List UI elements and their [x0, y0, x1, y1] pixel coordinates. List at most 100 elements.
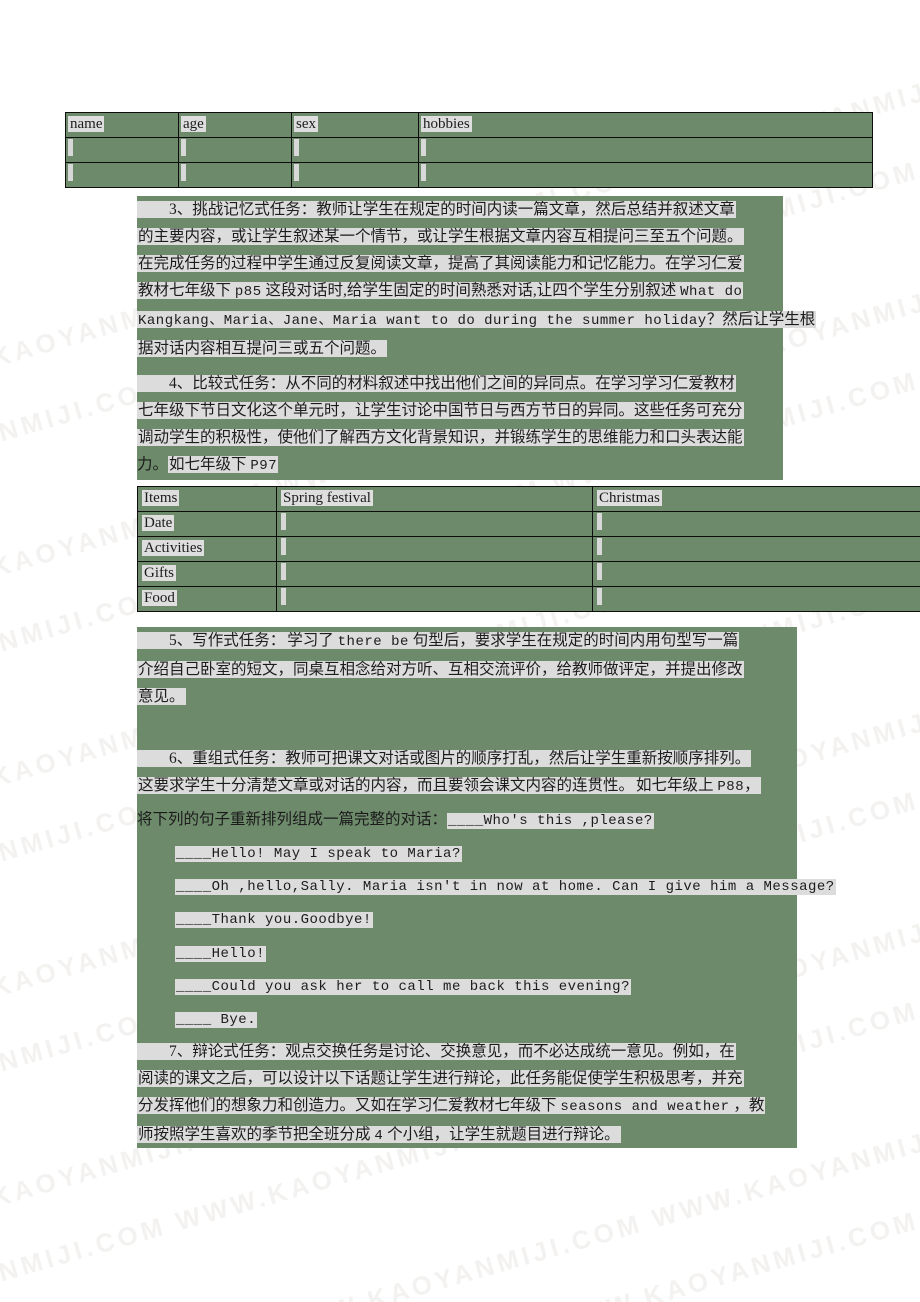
table-row: Date [137, 511, 920, 537]
student-info-table: name age sex hobbies [65, 112, 873, 188]
cell-age[interactable]: age [178, 112, 292, 138]
row-label: Date [142, 515, 175, 531]
dialogue-line[interactable]: ____Hello! May I speak to Maria? [137, 839, 783, 866]
text-caret [597, 588, 602, 605]
paragraph-line: 在完成任务的过程中学生通过反复阅读文章，提高了其阅读能力和记忆能力。在学习仁爱 [137, 250, 783, 277]
line-text-en: 4 [374, 1128, 384, 1144]
paragraph-line: ____Could you ask her to call me back th… [137, 972, 783, 1001]
header-name: name [68, 116, 105, 132]
text-caret [281, 538, 286, 555]
cell-sex-value[interactable] [291, 162, 419, 188]
document-page: name age sex hobbies 3、挑战记忆式任务：教师让学生在规定的… [0, 0, 920, 1302]
dialogue-line[interactable]: ____Hello! [137, 939, 783, 966]
cell-items-header[interactable]: Items [137, 486, 277, 512]
line-text: 学习了 [287, 632, 338, 649]
line-text: 师按照学生喜欢的季节把全班分成 [138, 1126, 375, 1143]
table-row: Gifts [137, 561, 920, 587]
line-text-en: Kangkang、Maria、Jane、Maria want to do dur… [138, 313, 707, 329]
line-text-en: p85 [234, 284, 262, 300]
line-text-en: P97 [250, 458, 278, 474]
text-caret [597, 563, 602, 580]
cell-row-label-food[interactable]: Food [137, 586, 277, 612]
table-row: name age sex hobbies [65, 112, 873, 138]
header-christmas: Christmas [597, 490, 662, 506]
cell-name-value[interactable] [65, 162, 179, 188]
paragraph-line: 意见。 [137, 683, 783, 710]
line-text: 力。 [137, 456, 169, 473]
paragraph-line: 教材七年级下 p85 这段对话时,给学生固定的时间熟悉对话,让四个学生分别叙述 … [137, 277, 783, 306]
line-text-en: ____Oh ,hello,Sally. Maria isn't in now … [175, 879, 836, 895]
line-text: 在完成任务的过程中学生通过反复阅读文章，提高了其阅读能力和记忆能力。在学习仁爱 [137, 255, 744, 272]
line-text: 如七年级上 [636, 777, 718, 794]
line-text: ？然后让学生根 [706, 311, 816, 328]
cell-sex[interactable]: sex [291, 112, 419, 138]
cell-date-christmas[interactable] [592, 511, 920, 537]
paragraph-line: 3、挑战记忆式任务：教师让学生在规定的时间内读一篇文章，然后总结并叙述文章 [137, 196, 783, 223]
paragraph-line: 7、辩论式任务：观点交换任务是讨论、交换意见，而不必达成统一意见。例如，在 [137, 1038, 783, 1065]
text-caret [281, 513, 286, 530]
cell-date-spring[interactable] [276, 511, 593, 537]
paragraph-line: 将下列的句子重新排列组成一篇完整的对话：____Who's this ,plea… [137, 806, 783, 835]
cell-row-label-date[interactable]: Date [137, 511, 277, 537]
dialogue-line[interactable]: ____Could you ask her to call me back th… [137, 972, 783, 999]
cell-age-value[interactable] [178, 162, 292, 188]
dialogue-line[interactable]: ____Oh ,hello,Sally. Maria isn't in now … [137, 872, 836, 901]
paragraph-line: ____Hello! [137, 939, 783, 968]
paragraph-line: ____ Bye. [137, 1005, 783, 1034]
line-text: 阅读的课文之后，可以设计以下话题让学生进行辩论，此任务能促使学生积极思考，并充 [137, 1070, 744, 1087]
cell-food-spring[interactable] [276, 586, 593, 612]
text-caret [421, 164, 426, 181]
line-text: 教材七年级下 [138, 282, 235, 299]
cell-hobbies-value[interactable] [418, 137, 873, 163]
line-text: 这要求学生十分清楚文章或对话的内容，而且要领会课文内容的连贯性。 [138, 777, 635, 794]
text-caret [597, 538, 602, 555]
cell-name[interactable]: name [65, 112, 179, 138]
line-text-en: ____Could you ask her to call me back th… [175, 979, 631, 995]
line-text-en: ____Thank you.Goodbye! [175, 912, 373, 928]
paragraph-line: ____Oh ,hello,Sally. Maria isn't in now … [137, 872, 836, 901]
cell-hobbies[interactable]: hobbies [418, 112, 873, 138]
cell-activities-spring[interactable] [276, 536, 593, 562]
header-spring-festival: Spring festival [281, 490, 373, 506]
section-item-5: 5、写作式任务： 学习了 there be 句型后，要求学生在规定的时间内用句型写… [137, 627, 783, 710]
cell-activities-christmas[interactable] [592, 536, 920, 562]
table-row [65, 162, 873, 188]
header-items: Items [142, 490, 180, 506]
dialogue-line[interactable]: ____ Bye. [137, 1005, 783, 1032]
line-text: 七年级下节日文化这个单元时，让学生讨论中国节日与西方节日的异同。这些任务可充分 [137, 402, 744, 419]
text-caret [294, 139, 299, 156]
line-text: 调动学生的积极性，使他们了解西方文化背景知识，并锻练学生的思维能力和口头表达能 [137, 429, 744, 446]
line-text: 将下列的句子重新排列组成一篇完整的对话： [137, 811, 448, 828]
line-text-en: ____ Bye. [175, 1012, 258, 1028]
line-text: ， [744, 777, 760, 794]
line-text: 5、写作式任务： [169, 632, 286, 649]
paragraph-line: 七年级下节日文化这个单元时，让学生讨论中国节日与西方节日的异同。这些任务可充分 [137, 397, 783, 424]
dialogue-line[interactable]: ____Thank you.Goodbye! [137, 905, 783, 932]
festival-comparison-table: Items Spring festival Christmas Date Act… [137, 486, 920, 612]
cell-age-value[interactable] [178, 137, 292, 163]
cell-sex-value[interactable] [291, 137, 419, 163]
text-caret [181, 164, 186, 181]
cell-row-label-activities[interactable]: Activities [137, 536, 277, 562]
cell-spring-festival-header[interactable]: Spring festival [276, 486, 593, 512]
dialogue-prompt-line: 将下列的句子重新排列组成一篇完整的对话：____Who's this ,plea… [137, 806, 783, 833]
line-text-en: seasons and weather [560, 1099, 730, 1115]
text-caret [421, 139, 426, 156]
line-text: 据对话内容相互提问三或五个问题。 [137, 340, 388, 357]
line-text-en: ____Hello! [175, 946, 267, 962]
cell-food-christmas[interactable] [592, 586, 920, 612]
text-caret [281, 563, 286, 580]
paragraph-line: ____Thank you.Goodbye! [137, 905, 783, 934]
cell-row-label-gifts[interactable]: Gifts [137, 561, 277, 587]
cell-gifts-christmas[interactable] [592, 561, 920, 587]
paragraph-line: 师按照学生喜欢的季节把全班分成 4 个小组，让学生就题目进行辩论。 [137, 1121, 783, 1150]
paragraph-line: 力。如七年级下 P97 [137, 451, 783, 480]
line-text: 句型后，要求学生在规定的时间内用句型写一篇 [408, 632, 739, 649]
cell-hobbies-value[interactable] [418, 162, 873, 188]
cell-gifts-spring[interactable] [276, 561, 593, 587]
cell-name-value[interactable] [65, 137, 179, 163]
cell-christmas-header[interactable]: Christmas [592, 486, 920, 512]
line-text-en: What do [680, 284, 743, 300]
table-row: Items Spring festival Christmas [137, 486, 920, 512]
table-row: Food [137, 586, 920, 612]
